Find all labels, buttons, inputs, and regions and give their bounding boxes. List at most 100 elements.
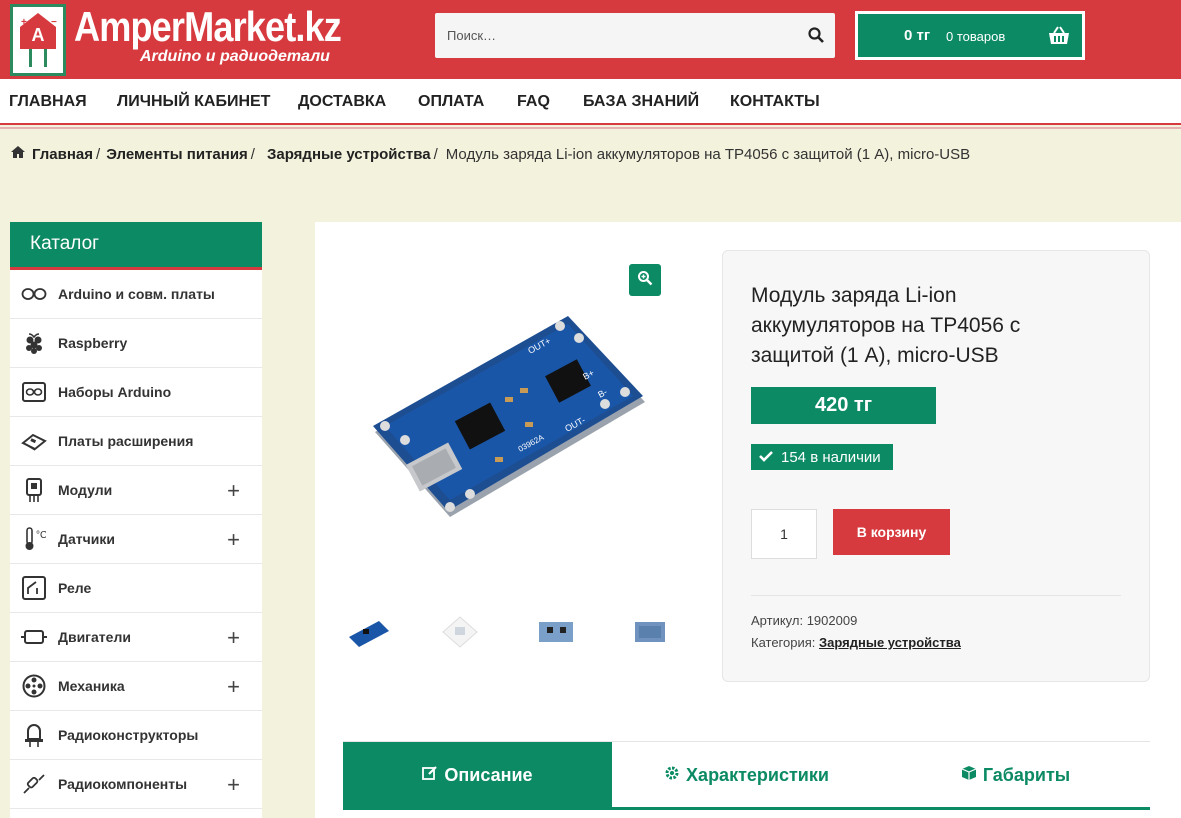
- sidebar-item-radio-kits[interactable]: Радиоконструкторы: [10, 711, 262, 760]
- search-input[interactable]: [435, 13, 795, 58]
- expand-icon[interactable]: +: [227, 527, 240, 553]
- quantity-input[interactable]: 1: [751, 509, 817, 559]
- tab-description[interactable]: Описание: [343, 742, 612, 808]
- category-label: Категория:: [751, 635, 816, 650]
- sidebar-item-label: Arduino и совм. платы: [58, 286, 215, 302]
- sidebar-item-label: Механика: [58, 678, 125, 694]
- expand-icon[interactable]: +: [227, 625, 240, 651]
- tab-dimensions[interactable]: Габариты: [881, 742, 1150, 808]
- breadcrumb-current: Модуль заряда Li-ion аккумуляторов на TP…: [445, 145, 971, 163]
- expand-icon[interactable]: +: [227, 674, 240, 700]
- nav-knowledge-base[interactable]: БАЗА ЗНАНИЙ: [583, 93, 699, 111]
- svg-text:−: −: [51, 17, 57, 28]
- cart-sum: 0 тг: [904, 27, 931, 44]
- raspberry-icon: [10, 331, 58, 355]
- thermometer-icon: °C: [10, 526, 58, 552]
- site-header: A + − AmperMarket.kz Arduino и радиодета…: [0, 0, 1181, 79]
- product-category: Категория: Зарядные устройства: [751, 635, 961, 650]
- category-link[interactable]: Зарядные устройства: [819, 635, 961, 650]
- thumbnail[interactable]: [531, 607, 581, 657]
- sidebar-item-arduino[interactable]: Arduino и совм. платы: [10, 270, 262, 319]
- sidebar-item-mechanics[interactable]: Механика +: [10, 662, 262, 711]
- breadcrumb: Главная / Элементы питания / Зарядные устр…: [10, 145, 970, 163]
- sidebar-item-modules[interactable]: Модули +: [10, 466, 262, 515]
- nav-home[interactable]: ГЛАВНАЯ: [9, 93, 87, 111]
- nav-delivery[interactable]: ДОСТАВКА: [298, 93, 386, 111]
- check-icon: [759, 449, 773, 466]
- breadcrumb-home[interactable]: Главная: [32, 146, 93, 163]
- site-logo[interactable]: A + − AmperMarket.kz Arduino и радиодета…: [10, 4, 384, 76]
- product-panel: OUT+ B+ B- OUT- 03962A Модуль заряда Li-…: [315, 222, 1181, 818]
- expand-icon[interactable]: +: [227, 772, 240, 798]
- zoom-icon: [637, 270, 653, 291]
- sidebar-item-relays[interactable]: Реле: [10, 564, 262, 613]
- stock-badge: 154 в наличии: [751, 444, 893, 470]
- sidebar-item-arduino-kits[interactable]: Наборы Arduino: [10, 368, 262, 417]
- thumbnail-strip: [335, 607, 675, 657]
- edit-icon: [422, 765, 438, 786]
- nav-payment[interactable]: ОПЛАТА: [418, 93, 484, 111]
- sidebar-item-label: Реле: [58, 580, 92, 596]
- nav-contacts[interactable]: КОНТАКТЫ: [730, 93, 820, 111]
- logo-subtitle: Arduino и радиодетали: [140, 48, 330, 65]
- sku-value: 1902009: [806, 613, 858, 628]
- basket-icon: [1048, 26, 1070, 51]
- catalog-title: Каталог: [10, 222, 262, 270]
- wheel-icon: [10, 674, 58, 698]
- sidebar-item-label: Raspberry: [58, 335, 128, 351]
- thumbnail[interactable]: [343, 607, 393, 657]
- cart-button[interactable]: 0 тг 0 товаров: [855, 11, 1085, 60]
- summary-divider: [751, 595, 1121, 596]
- thumbnail[interactable]: [625, 607, 675, 657]
- tab-specifications[interactable]: Характеристики: [612, 742, 881, 808]
- module-icon: [10, 477, 58, 503]
- product-summary: Модуль заряда Li-ion аккумуляторов на TP…: [722, 250, 1150, 682]
- sidebar-item-label: Радиокомпоненты: [58, 776, 188, 792]
- product-price: 420 тг: [751, 387, 936, 424]
- nav-account[interactable]: ЛИЧНЫЙ КАБИНЕТ: [117, 93, 270, 111]
- search-icon[interactable]: [807, 26, 827, 46]
- tab-label: Характеристики: [686, 764, 829, 785]
- gear-icon: [664, 765, 680, 786]
- logo-badge-icon: A + −: [10, 4, 66, 76]
- sidebar-item-radio-components[interactable]: Радиокомпоненты +: [10, 760, 262, 809]
- relay-icon: [10, 576, 58, 600]
- breadcrumb-chargers[interactable]: Зарядные устройства: [267, 146, 431, 163]
- expand-icon[interactable]: +: [227, 478, 240, 504]
- tab-label: Описание: [444, 764, 533, 785]
- sidebar-item-motors[interactable]: Двигатели +: [10, 613, 262, 662]
- home-icon[interactable]: [10, 145, 26, 163]
- breadcrumb-power[interactable]: Элементы питания: [106, 146, 248, 163]
- product-title: Модуль заряда Li-ion аккумуляторов на TP…: [751, 284, 1021, 367]
- sidebar-item-label: Платы расширения: [58, 433, 194, 449]
- breadcrumb-separator: /: [250, 145, 255, 163]
- product-image[interactable]: OUT+ B+ B- OUT- 03962A: [355, 302, 655, 542]
- nav-divider: [0, 127, 1181, 129]
- sidebar-item-label: Наборы Arduino: [58, 384, 172, 400]
- cart-count: 0 товаров: [946, 29, 1006, 44]
- product-tabs: Описание Характеристики Габариты: [343, 741, 1150, 810]
- sidebar-item-shields[interactable]: Платы расширения: [10, 417, 262, 466]
- add-to-cart-button[interactable]: В корзину: [833, 509, 950, 555]
- lamp-icon: [10, 723, 58, 747]
- search-bar: [435, 13, 835, 58]
- sku-label: Артикул:: [751, 613, 804, 628]
- board-icon: [10, 431, 58, 451]
- product-sku: Артикул: 1902009: [751, 613, 857, 628]
- svg-text:A: A: [32, 25, 45, 45]
- sidebar-item-label: Радиоконструкторы: [58, 727, 199, 743]
- sidebar-item-raspberry[interactable]: Raspberry: [10, 319, 262, 368]
- zoom-button[interactable]: [629, 264, 661, 296]
- stock-text: 154 в наличии: [781, 448, 881, 466]
- tab-label: Габариты: [982, 764, 1071, 785]
- sidebar-item-label: Модули: [58, 482, 113, 498]
- breadcrumb-separator: /: [96, 145, 101, 163]
- nav-faq[interactable]: FAQ: [517, 93, 550, 111]
- logo-title: AmperMarket.kz: [74, 3, 342, 50]
- svg-text:+: +: [21, 17, 27, 28]
- box-icon: [961, 765, 977, 786]
- infinity-icon: [10, 287, 58, 301]
- thumbnail[interactable]: [435, 607, 485, 657]
- kit-icon: [10, 382, 58, 402]
- sidebar-item-sensors[interactable]: °C Датчики +: [10, 515, 262, 564]
